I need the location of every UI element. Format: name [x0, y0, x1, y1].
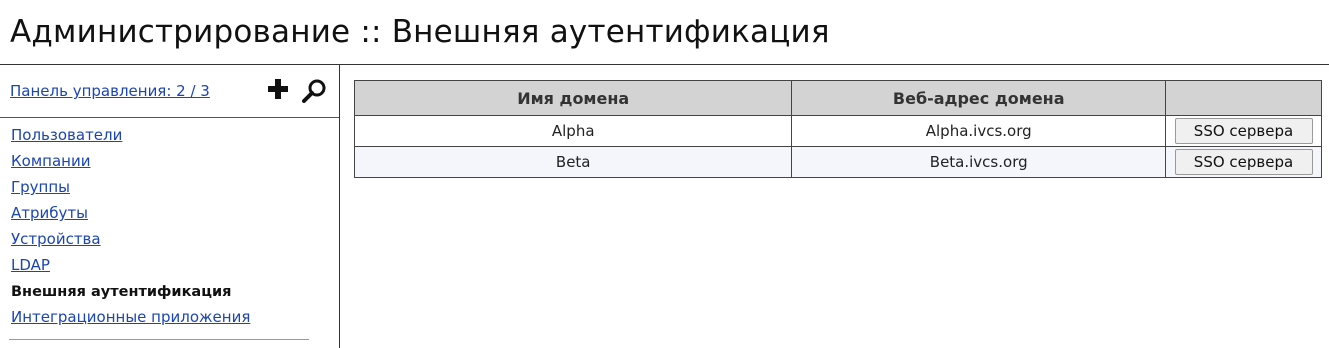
table-header-row: Имя домена Веб-адрес домена — [353, 80, 1322, 116]
sidebar: Панель управления: 2 / 3 Пользователи Ко… — [0, 65, 340, 348]
action-cell: SSO сервера — [1165, 115, 1322, 147]
table-row: Alpha Alpha.ivcs.org SSO сервера — [353, 115, 1322, 147]
sidebar-item-devices[interactable]: Устройства — [11, 230, 101, 248]
domain-url-cell: Beta.ivcs.org — [791, 146, 1166, 178]
sidebar-item-ldap[interactable]: LDAP — [11, 256, 50, 274]
domains-table: Имя домена Веб-адрес домена Alpha Alpha.… — [353, 80, 1322, 178]
sidebar-item-users[interactable]: Пользователи — [11, 126, 122, 144]
domain-name-cell: Alpha — [353, 115, 793, 147]
plus-icon[interactable] — [267, 78, 289, 100]
column-header-actions — [1165, 80, 1322, 116]
sidebar-item-attributes[interactable]: Атрибуты — [11, 204, 88, 222]
search-icon[interactable] — [301, 78, 327, 104]
sidebar-bottom-divider — [9, 339, 309, 340]
control-panel-link[interactable]: Панель управления: 2 / 3 — [10, 82, 210, 100]
sidebar-nav: Пользователи Компании Группы Атрибуты Ус… — [11, 125, 250, 333]
sidebar-item-groups[interactable]: Группы — [11, 178, 70, 196]
sidebar-divider — [0, 117, 339, 118]
sidebar-item-companies[interactable]: Компании — [11, 152, 90, 170]
action-cell: SSO сервера — [1165, 146, 1322, 178]
sidebar-item-integration-apps[interactable]: Интеграционные приложения — [11, 308, 250, 326]
sso-server-button[interactable]: SSO сервера — [1174, 118, 1313, 144]
table-row: Beta Beta.ivcs.org SSO сервера — [353, 146, 1322, 178]
domain-name-cell: Beta — [353, 146, 793, 178]
column-header-domain-name: Имя домена — [353, 80, 793, 116]
column-header-domain-url: Веб-адрес домена — [791, 80, 1166, 116]
sso-server-button[interactable]: SSO сервера — [1174, 149, 1313, 175]
domain-url-cell: Alpha.ivcs.org — [791, 115, 1166, 147]
page-title: Администрирование :: Внешняя аутентифика… — [10, 14, 830, 50]
sidebar-item-external-auth: Внешняя аутентификация — [11, 284, 232, 300]
